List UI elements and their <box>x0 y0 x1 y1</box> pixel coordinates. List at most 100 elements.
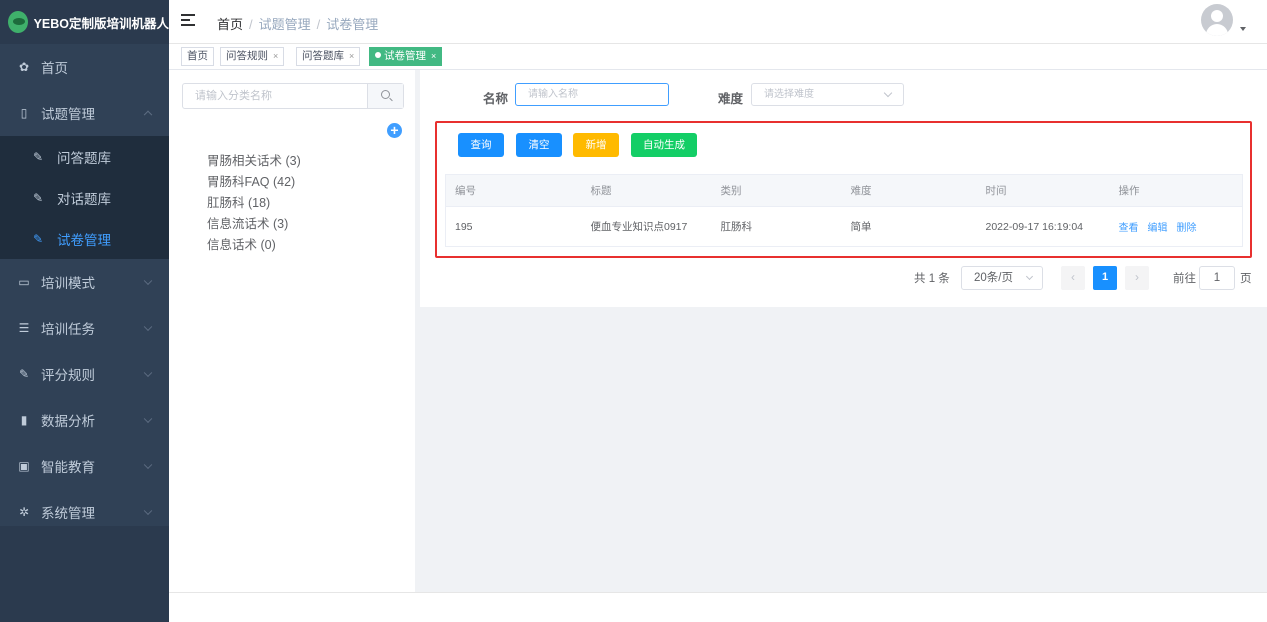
close-icon[interactable]: × <box>349 51 354 61</box>
gear-icon: ✲ <box>18 505 30 519</box>
breadcrumb-parent[interactable]: 试题管理 <box>259 17 311 32</box>
difficulty-label: 难度 <box>718 92 744 106</box>
tag-qa-rules[interactable]: 问答规则 × <box>220 47 285 66</box>
breadcrumb-current: 试卷管理 <box>326 17 379 32</box>
page-number-current[interactable]: 1 <box>1093 266 1117 290</box>
edit-icon: ✎ <box>33 190 44 205</box>
sidebar-item-qa-bank[interactable]: ✎ 问答题库 <box>0 136 169 177</box>
goto-page-input[interactable]: 1 <box>1199 266 1235 290</box>
column-header: 操作 <box>1109 174 1243 207</box>
category-search <box>182 83 404 109</box>
next-page-button[interactable]: › <box>1125 266 1149 290</box>
category-tree: 胃肠相关话术 (3) 胃肠科FAQ (42) 肛肠科 (18) 信息流话术 (3… <box>207 151 301 256</box>
tree-node[interactable]: 肛肠科 (18) <box>207 193 301 214</box>
add-category-icon[interactable]: + <box>387 123 402 138</box>
sidebar-item-label: 智能教育 <box>41 460 95 475</box>
sidebar-item-label: 数据分析 <box>41 414 95 429</box>
edit-icon: ✎ <box>33 149 44 164</box>
close-icon[interactable]: × <box>273 51 278 61</box>
column-header: 难度 <box>841 174 977 207</box>
category-search-input[interactable] <box>183 84 369 108</box>
column-header: 标题 <box>581 174 712 207</box>
close-icon[interactable]: × <box>431 51 436 61</box>
sidebar-item-training-task[interactable]: ☰ 培训任务 <box>0 305 169 351</box>
sidebar-item-label: 对话题库 <box>57 191 111 207</box>
sidebar: YEBO定制版培训机器人 ✿ 首页 ▯ 试题管理 ✎ 问答题库 ✎ 对话题库 ✎… <box>0 0 169 622</box>
cell-category: 肛肠科 <box>711 206 842 247</box>
prev-page-button[interactable]: ‹ <box>1061 266 1085 290</box>
hamburger-icon[interactable] <box>181 14 195 26</box>
sidebar-item-paper-management[interactable]: ✎ 试卷管理 <box>0 218 169 259</box>
column-header: 时间 <box>976 174 1110 207</box>
edit-link[interactable]: 编辑 <box>1148 223 1168 234</box>
column-header: 编号 <box>445 174 582 207</box>
navbar: 首页 / 试题管理 / 试卷管理 <box>169 0 1267 44</box>
name-input[interactable] <box>515 83 669 106</box>
breadcrumb: 首页 / 试题管理 / 试卷管理 <box>217 17 379 32</box>
cell-id: 195 <box>445 206 582 247</box>
screen-icon: ▣ <box>18 459 30 473</box>
chevron-down-icon <box>143 460 153 470</box>
sidebar-item-label: 系统管理 <box>41 506 95 521</box>
sidebar-item-data-analysis[interactable]: ▮ 数据分析 <box>0 397 169 443</box>
book-icon: ▯ <box>20 106 28 120</box>
tree-node[interactable]: 胃肠相关话术 (3) <box>207 151 301 172</box>
query-button[interactable]: 查询 <box>458 133 504 157</box>
sidebar-item-label: 培训任务 <box>41 322 95 337</box>
edit-icon: ✎ <box>18 367 30 381</box>
sidebar-item-label: 培训模式 <box>41 276 95 291</box>
auto-generate-button[interactable]: 自动生成 <box>631 133 697 157</box>
monitor-icon: ▭ <box>18 275 30 289</box>
sidebar-item-scoring-rules[interactable]: ✎ 评分规则 <box>0 351 169 397</box>
column-header: 类别 <box>711 174 842 207</box>
delete-link[interactable]: 删除 <box>1177 223 1197 234</box>
tag-paper-management[interactable]: 试卷管理 × <box>369 47 443 66</box>
sidebar-item-smart-education[interactable]: ▣ 智能教育 <box>0 443 169 489</box>
app-title: YEBO定制版培训机器人 <box>33 16 169 31</box>
empty-area <box>420 307 1267 592</box>
search-icon <box>381 90 390 99</box>
sidebar-item-home[interactable]: ✿ 首页 <box>0 44 169 90</box>
difficulty-placeholder: 请选择难度 <box>764 89 814 100</box>
main-content: 名称 难度 请选择难度 查询 清空 新增 自动生成 编号 标题 类别 难度 时间… <box>420 70 1267 307</box>
add-button[interactable]: 新增 <box>573 133 619 157</box>
bar-chart-icon: ▮ <box>20 413 28 427</box>
list-icon: ☰ <box>18 321 30 335</box>
sidebar-item-question-management[interactable]: ▯ 试题管理 <box>0 90 169 136</box>
sidebar-item-label: 试题管理 <box>41 107 95 122</box>
sidebar-item-label: 首页 <box>41 61 68 76</box>
tag-home[interactable]: 首页 <box>181 47 214 66</box>
active-dot-icon <box>375 52 381 58</box>
tag-label: 问答题库 <box>302 50 344 62</box>
logo-icon <box>8 11 28 33</box>
tag-qa-bank[interactable]: 问答题库 × <box>296 47 361 66</box>
category-tree-panel: + 胃肠相关话术 (3) 胃肠科FAQ (42) 肛肠科 (18) 信息流话术 … <box>169 70 415 592</box>
breadcrumb-home[interactable]: 首页 <box>217 17 243 32</box>
search-button[interactable] <box>367 84 403 108</box>
edit-icon: ✎ <box>33 231 44 246</box>
tree-node[interactable]: 信息话术 (0) <box>207 235 301 256</box>
chevron-down-icon <box>143 506 153 516</box>
caret-down-icon[interactable] <box>1240 27 1246 31</box>
app-logo[interactable]: YEBO定制版培训机器人 <box>0 0 169 44</box>
page-size-select[interactable]: 20条/页 <box>961 266 1043 290</box>
chevron-down-icon <box>143 276 153 286</box>
tree-node[interactable]: 信息流话术 (3) <box>207 214 301 235</box>
tag-label: 问答规则 <box>226 50 268 62</box>
goto-label: 前往 <box>1173 273 1196 285</box>
page-size-value: 20条/页 <box>974 272 1013 284</box>
cell-difficulty: 简单 <box>841 206 977 247</box>
sidebar-footer <box>0 526 169 622</box>
difficulty-select[interactable]: 请选择难度 <box>751 83 904 106</box>
cell-time: 2022-09-17 16:19:04 <box>976 206 1110 247</box>
chevron-down-icon <box>143 414 153 424</box>
sidebar-item-training-mode[interactable]: ▭ 培训模式 <box>0 259 169 305</box>
submenu-question-management: ✎ 问答题库 ✎ 对话题库 ✎ 试卷管理 <box>0 136 169 259</box>
sidebar-item-dialog-bank[interactable]: ✎ 对话题库 <box>0 177 169 218</box>
clear-button[interactable]: 清空 <box>516 133 562 157</box>
tree-node[interactable]: 胃肠科FAQ (42) <box>207 172 301 193</box>
table-header-row: 编号 标题 类别 难度 时间 操作 <box>445 174 1243 207</box>
avatar[interactable] <box>1201 4 1233 36</box>
paper-table: 编号 标题 类别 难度 时间 操作 195 便血专业知识点0917 肛肠科 简单… <box>445 174 1243 247</box>
view-link[interactable]: 查看 <box>1119 223 1139 234</box>
